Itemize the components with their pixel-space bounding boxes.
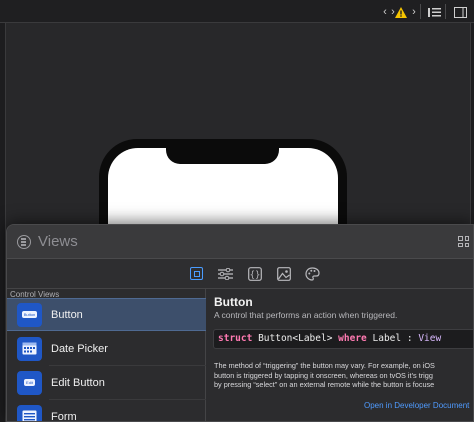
list-item-date-picker[interactable]: Date Picker <box>7 332 206 365</box>
button-icon: Button <box>17 302 42 327</box>
tab-media-icon[interactable] <box>275 265 292 282</box>
form-icon <box>17 404 42 421</box>
detail-subtitle: A control that performs an action when t… <box>214 310 398 320</box>
library-item-list: Control Views Button Button Date Picker … <box>7 289 206 422</box>
inspector-icon[interactable] <box>453 5 467 19</box>
toolbar-divider <box>445 4 446 19</box>
tab-colors-icon[interactable] <box>304 265 321 282</box>
library-search-input[interactable]: Views <box>38 233 78 250</box>
list-item-label: Button <box>51 308 83 321</box>
chevron-right-small-icon[interactable]: › <box>407 5 421 19</box>
tab-views-icon[interactable] <box>188 265 205 282</box>
filter-icon <box>17 235 31 249</box>
toolbar-divider <box>420 4 421 19</box>
detail-title: Button <box>214 295 253 309</box>
library-panel: Views {} Control Views Button Button Dat… <box>6 224 474 422</box>
detail-description: The method of “triggering” the button ma… <box>214 361 435 389</box>
edit-button-icon: Edit <box>17 370 42 395</box>
list-item-label: Date Picker <box>51 342 108 355</box>
svg-text:{}: {} <box>249 270 260 280</box>
item-detail-pane: Button A control that performs an action… <box>206 289 473 421</box>
editor-toolbar: ‹ › › <box>0 0 474 23</box>
library-tabs: {} <box>7 259 473 289</box>
list-item-label: Edit Button <box>51 376 105 389</box>
warning-icon[interactable] <box>394 5 408 19</box>
list-item-label: Form <box>51 410 77 422</box>
list-item-button[interactable]: Button Button <box>7 298 206 331</box>
tab-modifiers-icon[interactable] <box>217 265 234 282</box>
list-icon[interactable] <box>427 5 441 19</box>
tab-snippets-icon[interactable]: {} <box>246 265 263 282</box>
device-notch <box>166 148 279 164</box>
declaration-code: struct Button<Label> where Label : View <box>213 329 473 349</box>
developer-docs-link[interactable]: Open in Developer Document <box>364 401 469 410</box>
grid-view-icon[interactable] <box>458 236 469 247</box>
list-item-edit-button[interactable]: Edit Edit Button <box>7 366 206 399</box>
library-search-bar: Views <box>7 225 473 259</box>
calendar-icon <box>17 336 42 361</box>
list-item-form[interactable]: Form <box>7 400 206 422</box>
